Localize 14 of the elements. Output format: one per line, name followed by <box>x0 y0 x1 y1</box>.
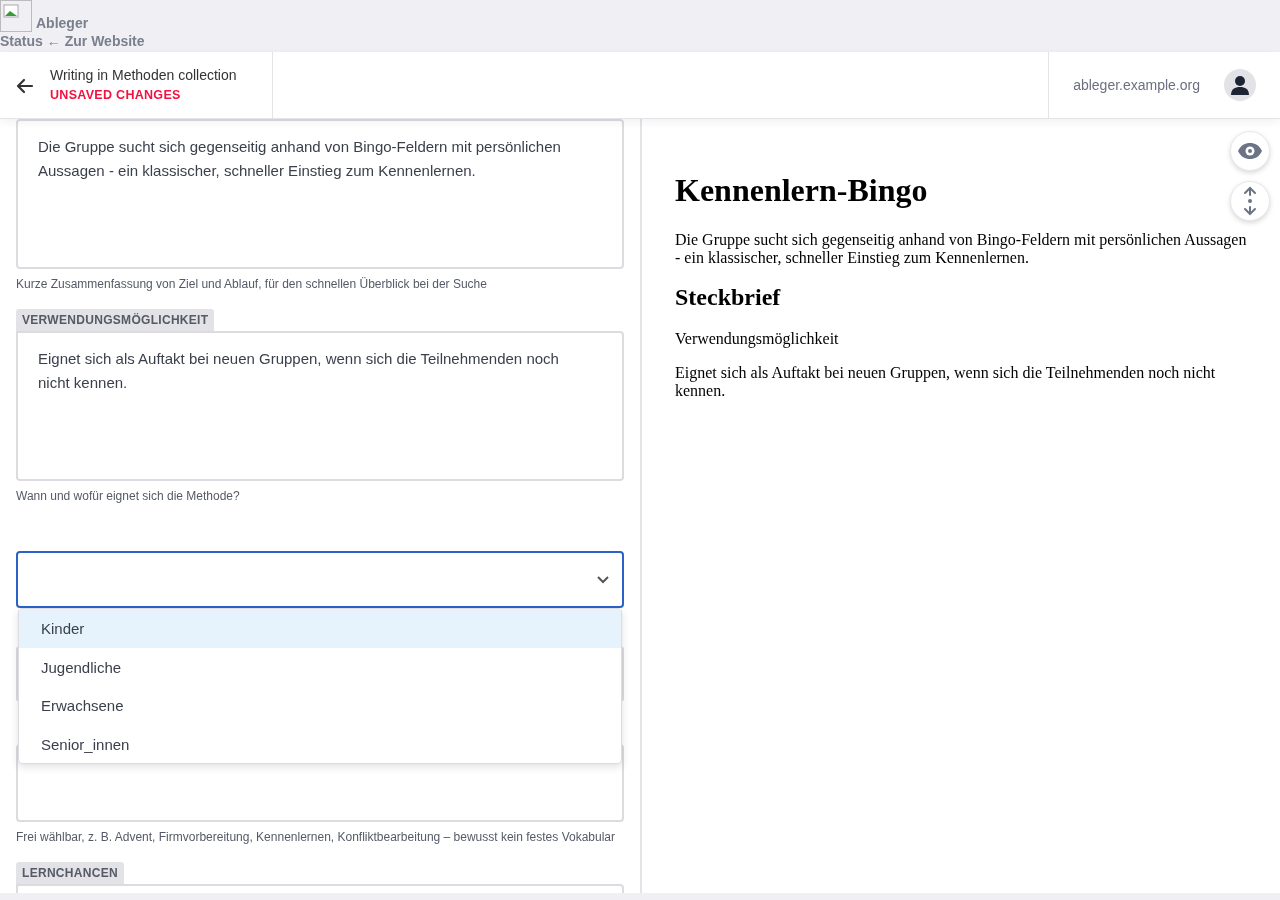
field-label: VERWENDUNGSMÖGLICHKEIT <box>16 309 215 331</box>
preview-heading: Steckbrief <box>675 283 782 313</box>
help-text: Wann und wofür eignet sich die Methode? <box>16 488 241 505</box>
help-text: Frei wählbar, z. B. Advent, Firmvorbereitung, Kennenlernen, Konfliktbearbeitung – bewusst kein festes Vokabular <box>16 829 616 846</box>
help-text: Kurze Zusammenfassung von Ziel und Ablauf, für den schnellen Überblick bei der Suche <box>16 276 488 293</box>
header-title: Writing in Methoden collection <box>50 66 237 86</box>
preview-title: Kennenlern-Bingo <box>675 171 929 210</box>
preview-text: Eignet sich als Auftakt bei neuen Gruppen, wenn sich die Teilnehmenden noch nicht kennen. <box>675 364 1217 401</box>
site-address: ableger.example.org <box>1073 75 1200 95</box>
preview-label: Verwendungsmöglichkeit <box>675 330 840 349</box>
site-name: Ableger <box>36 14 89 32</box>
preview-summary: Die Gruppe sucht sich gegenseitig anhand von Bingo-Feldern mit persönlichen Aussagen - ein klassischer, schneller Einstieg zum Kennenlernen. <box>675 231 1247 268</box>
unsaved-status: UNSAVED CHANGES <box>50 87 182 105</box>
field-label: LERNCHANCEN <box>16 862 124 884</box>
